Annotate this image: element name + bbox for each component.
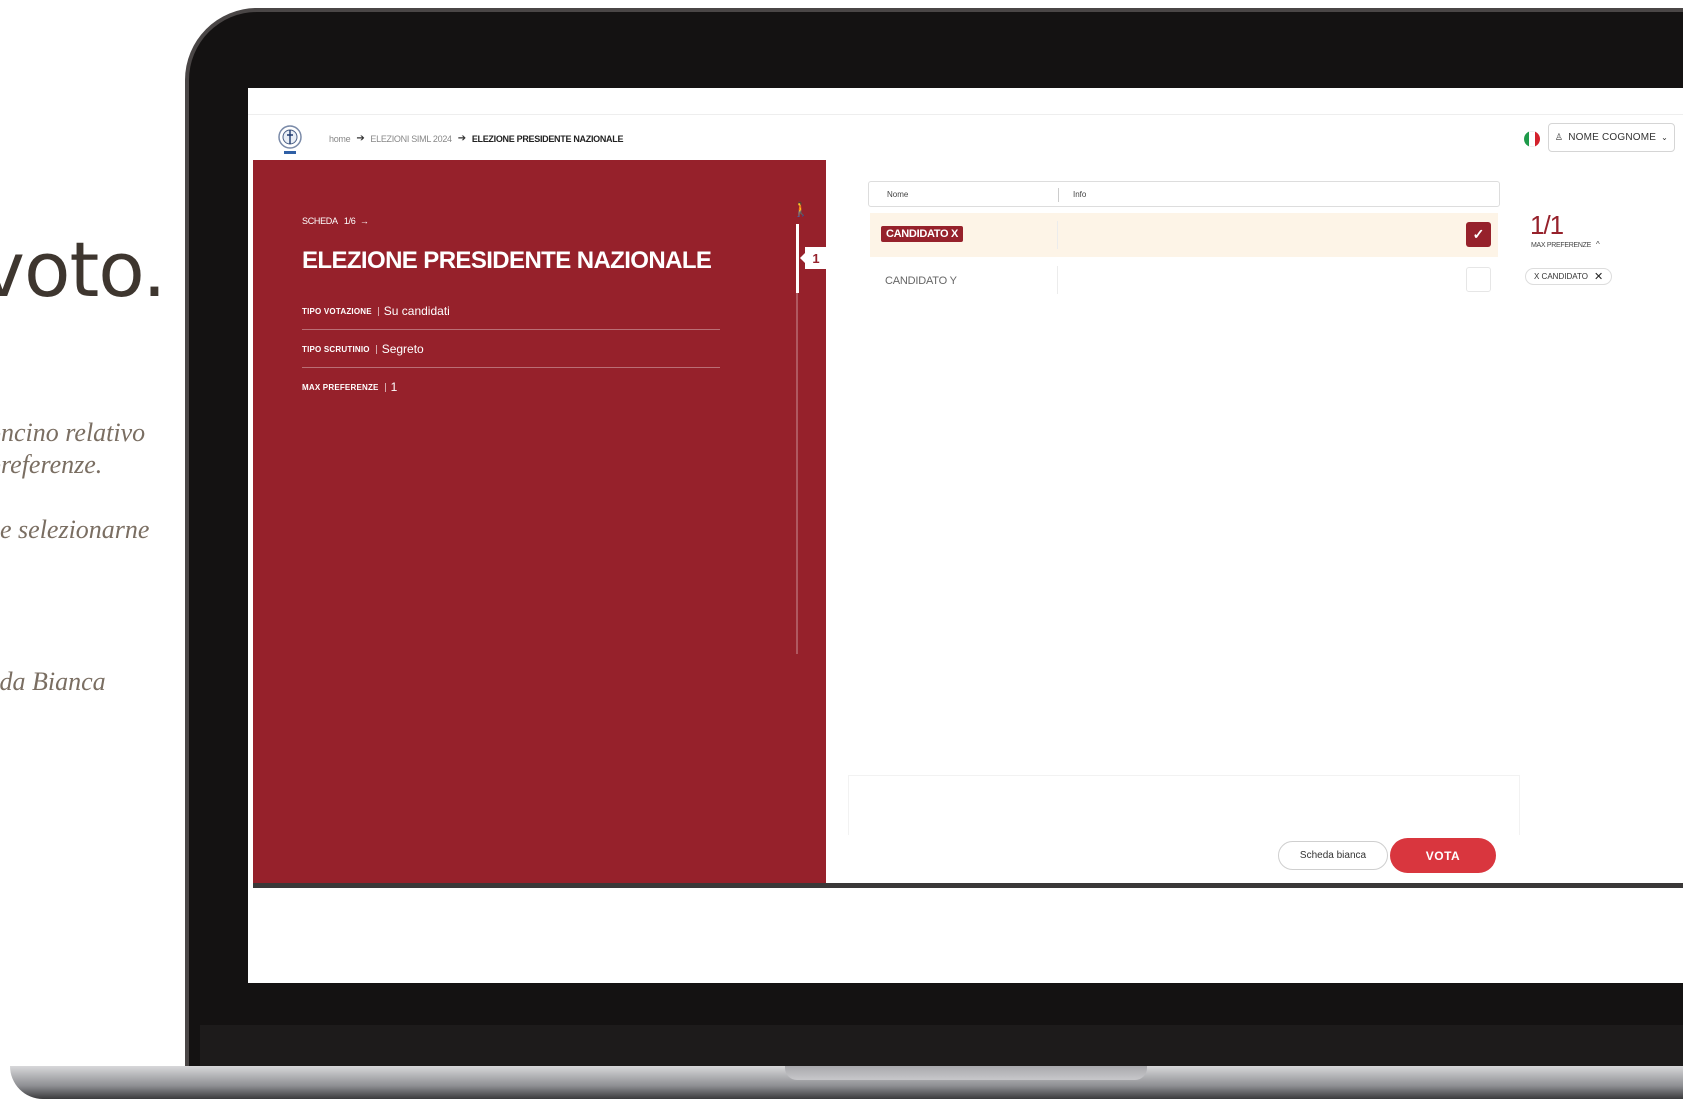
- field-label: TIPO SCRUTINIO: [302, 344, 377, 354]
- italian-flag-icon[interactable]: [1524, 131, 1540, 147]
- field-voting-type: TIPO VOTAZIONE Su candidati: [302, 304, 720, 330]
- slide-title: voto.: [0, 225, 167, 314]
- vote-button[interactable]: VOTA: [1390, 838, 1496, 873]
- preferences-label: MAX PREFERENZE: [1531, 242, 1591, 249]
- checkmark-icon: ✓: [1472, 226, 1485, 242]
- screen-bottom-divider: [253, 883, 1683, 888]
- slide-text-line-1: oncino relativo: [0, 418, 146, 447]
- ballot-info-panel: SCHEDA 1/6 → ELEZIONE PRESIDENTE NAZIONA…: [253, 160, 827, 886]
- field-value: Segreto: [381, 342, 424, 356]
- chevron-up-icon: ^: [1595, 240, 1600, 249]
- field-label: MAX PREFERENZE: [302, 382, 386, 392]
- column-divider: [1058, 188, 1059, 202]
- arrow-right-icon: ➔: [457, 133, 466, 144]
- logo-icon: [278, 125, 302, 154]
- laptop-screen: home ➔ ELEZIONI SIML 2024 ➔ ELEZIONE PRE…: [248, 88, 1683, 983]
- close-icon[interactable]: ✕: [1594, 270, 1603, 283]
- selected-candidate-chip: X CANDIDATO ✕: [1525, 268, 1613, 285]
- chevron-down-icon: ⌄: [1661, 133, 1669, 142]
- field-value: Su candidati: [383, 304, 450, 318]
- ballot-index-label: SCHEDA: [302, 216, 338, 226]
- arrow-right-icon[interactable]: →: [360, 216, 369, 226]
- field-scrutiny-type: TIPO SCRUTINIO Segreto: [302, 342, 720, 368]
- breadcrumb-home[interactable]: home: [329, 134, 351, 144]
- breadcrumb-elections[interactable]: ELEZIONI SIML 2024: [370, 134, 452, 144]
- top-bar: home ➔ ELEZIONI SIML 2024 ➔ ELEZIONE PRE…: [248, 114, 1683, 160]
- column-divider: [1057, 266, 1058, 294]
- blank-ballot-button[interactable]: Scheda bianca: [1278, 841, 1388, 870]
- walking-person-icon: 🚶: [792, 201, 810, 217]
- slide-text-line-2: preferenze.: [0, 450, 103, 479]
- candidate-row-x[interactable]: CANDIDATO X ✓: [870, 213, 1498, 257]
- column-header-name: Nome: [887, 190, 909, 199]
- candidate-name: CANDIDATO Y: [885, 275, 957, 287]
- column-header-info: Info: [1073, 190, 1087, 199]
- candidate-table-header: Nome Info: [868, 181, 1500, 207]
- user-icon: ♙: [1554, 132, 1564, 142]
- laptop-bezel-bottom: [200, 1025, 1683, 1066]
- candidate-checkbox[interactable]: [1466, 267, 1491, 292]
- ballot-step-badge: 1: [800, 247, 827, 269]
- user-name: NOME COGNOME: [1568, 132, 1657, 143]
- laptop-notch: [785, 1066, 1147, 1080]
- preferences-toggle[interactable]: MAX PREFERENZE ^: [1531, 240, 1600, 249]
- candidate-name: CANDIDATO X: [881, 226, 964, 242]
- breadcrumb: home ➔ ELEZIONI SIML 2024 ➔ ELEZIONE PRE…: [329, 133, 623, 144]
- slide-text-line-3: e selezionarne: [0, 515, 150, 544]
- breadcrumb-current: ELEZIONE PRESIDENTE NAZIONALE: [471, 133, 624, 144]
- field-label: TIPO VOTAZIONE: [302, 306, 379, 316]
- preferences-count: 1/1: [1530, 210, 1564, 240]
- chip-label: X CANDIDATO: [1534, 272, 1588, 281]
- vote-action-bar: [848, 775, 1520, 835]
- column-divider: [1057, 221, 1058, 249]
- candidate-checkbox-checked[interactable]: ✓: [1466, 222, 1491, 247]
- slide-text-line-4: eda Bianca: [0, 667, 106, 696]
- candidate-row-y[interactable]: CANDIDATO Y: [870, 258, 1498, 302]
- ballot-title: ELEZIONE PRESIDENTE NAZIONALE: [302, 247, 712, 274]
- user-menu-button[interactable]: ♙ NOME COGNOME ⌄: [1548, 123, 1675, 152]
- ballot-index: SCHEDA 1/6 →: [302, 216, 369, 226]
- ballot-index-value: 1/6: [343, 216, 356, 226]
- field-max-preferences: MAX PREFERENZE 1: [302, 380, 720, 405]
- field-value: 1: [390, 380, 398, 394]
- ballot-progress-fill: [796, 224, 799, 293]
- arrow-right-icon: ➔: [356, 133, 365, 144]
